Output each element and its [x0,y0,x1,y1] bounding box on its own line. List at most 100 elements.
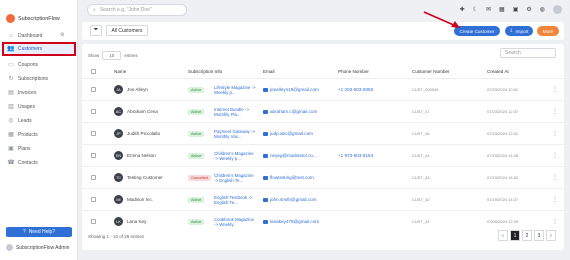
row-checkbox[interactable] [91,123,96,144]
table-row[interactable]: JP Judith Piccolalla Active Payment Gate… [82,122,564,144]
calendar-icon[interactable]: ▦ [499,6,505,13]
subscription-info[interactable]: Children's Magazine -> English Te... [214,167,256,188]
subscription-info[interactable]: Internet Bundle -> Monthly Pla... [214,101,256,122]
table-search-input[interactable]: Search [500,48,556,58]
sidebar-item-invoices[interactable]: ▤ Invoices [4,87,74,98]
col-subscription-info[interactable]: Subscription Info [188,66,222,76]
sidebar-item-label: Subscriptions [18,75,49,82]
table-row[interactable]: EN Emma Nelson Active Children's Magazin… [82,144,564,166]
email-link[interactable]: abraham.c@gmail.com [263,101,317,122]
entries-select[interactable]: 10 [102,51,122,60]
status-badge: Cancelled [188,167,211,188]
subscription-info[interactable]: English Textbook -> English Te... [214,189,256,210]
customer-name[interactable]: Judith Piccolalla [127,123,160,144]
mail-icon [263,87,268,92]
next-page-button[interactable]: › [546,230,556,241]
status-badge: Active [188,145,205,166]
lock-icon[interactable]: ▣ [513,6,519,13]
subscription-info[interactable]: Lifestyle Magazine -> Weekly p... [214,79,256,100]
row-checkbox[interactable] [91,101,96,122]
row-menu-icon[interactable]: ⋮ [552,211,558,232]
row-checkbox[interactable] [91,145,96,166]
global-search-input[interactable]: ⌕ Search e.g. "John Doe" [87,4,187,16]
customer-name[interactable]: Joe Alleyn [127,79,148,100]
table-row[interactable]: JA Joe Alleyn Active Lifestyle Magazine … [82,78,564,100]
sidebar-item-contacts[interactable]: ☎ Contacts [4,157,74,168]
subscription-info[interactable]: Children's Magazine -> Weekly p... [214,145,256,166]
row-menu-icon[interactable]: ⋮ [552,123,558,144]
table-row[interactable]: MI Madison Inc. Active English Textbook … [82,188,564,210]
phone-link[interactable]: +1 973-503-9164 [338,145,373,166]
customer-name[interactable]: Testing Customer [127,167,163,188]
customer-avatar: MI [114,189,123,210]
page-2-button[interactable]: 2 [522,230,532,241]
sidebar-item-coupons[interactable]: ▭ Coupons [4,59,74,70]
page-3-button[interactable]: 3 [534,230,544,241]
table-row[interactable]: AC Abraham Cena Active Internet Bundle -… [82,100,564,122]
col-customer-number[interactable]: Customer Number [412,66,450,76]
email-link[interactable]: flowtesting@test.com [263,167,314,188]
customer-name[interactable]: Emma Nelson [127,145,156,166]
email-link[interactable]: joealleyn15@gmail.com [263,79,319,100]
row-checkbox[interactable] [91,167,96,188]
globe-icon[interactable]: ◍ [540,6,545,13]
row-checkbox[interactable] [91,189,96,210]
customer-number: CUST_46 [412,131,430,136]
row-menu-icon[interactable]: ⋮ [552,167,558,188]
logo-icon [6,14,15,23]
prev-page-button[interactable]: ‹ [498,230,508,241]
filter-button[interactable]: ⏷ [90,25,102,36]
sidebar-item-customers[interactable]: 👥 Customers [2,42,76,56]
customers-toolbar: ⏷ All Customers Create Customer ⇩ Import… [82,22,564,40]
col-email[interactable]: Email [263,66,275,76]
row-menu-icon[interactable]: ⋮ [552,79,558,100]
mail-icon [263,219,268,224]
import-button[interactable]: ⇩ Import [505,26,533,36]
email-link[interactable]: judp.abc@gmail.com [263,123,313,144]
user-avatar[interactable] [553,5,562,14]
table-row[interactable]: TC Testing Customer Cancelled Children's… [82,166,564,188]
need-help-button[interactable]: ? Need Help? [6,227,72,237]
row-menu-icon[interactable]: ⋮ [552,145,558,166]
sidebar-item-leads[interactable]: ◎ Leads [4,115,74,126]
col-phone[interactable]: Phone Number [338,66,369,76]
select-all-checkbox[interactable] [91,66,96,76]
row-checkbox[interactable] [91,211,96,232]
mail-icon[interactable]: ✉ [486,6,491,13]
gear-icon[interactable]: ⚙ [526,6,531,13]
subscription-info[interactable]: Cookbook Magazine -> Weekly [214,211,256,232]
app-name: SubscriptionFlow [18,15,60,22]
more-button[interactable]: More [537,26,559,36]
col-name[interactable]: Name [114,66,126,76]
sidebar-item-label: Usages [18,103,35,110]
app-logo[interactable]: SubscriptionFlow [6,14,60,23]
sidebar-item-subscriptions[interactable]: ↻ Subscriptions [4,73,74,84]
admin-profile[interactable]: SubscriptionFlow Admin [6,244,69,251]
sidebar-item-label: Contacts [18,159,38,166]
row-menu-icon[interactable]: ⋮ [552,101,558,122]
sidebar-item-dashboard[interactable]: ⌂ Dashboard [4,30,74,41]
customer-number: CUST_43 [412,175,430,180]
page-1-button[interactable]: 1 [510,230,520,241]
email-link[interactable]: lanakey478@gmail.com [263,211,319,232]
sidebar-item-plans[interactable]: ▣ Plans [4,143,74,154]
sidebar-item-label: Invoices [18,89,37,96]
customer-avatar: JP [114,123,123,144]
customer-name[interactable]: Lana Key [127,211,146,232]
customer-name[interactable]: Abraham Cena [127,101,158,122]
subscription-info[interactable]: Payment Gateway -> Monthly Vas... [214,123,256,144]
sidebar-item-usages[interactable]: ▥ Usages [4,101,74,112]
email-link[interactable]: john.smith@gmail.com [263,189,317,210]
status-badge: Active [188,79,205,100]
created-at: 07/19/2024 14:28 [487,153,519,158]
email-link[interactable]: neyeg@mailinator.co... [263,145,317,166]
table-row[interactable]: LK Lana Key Active Cookbook Magazine -> … [82,210,564,232]
sidebar-item-products[interactable]: ▦ Products [4,129,74,140]
subscriptions-icon: ↻ [8,75,14,82]
customer-name[interactable]: Madison Inc. [127,189,153,210]
col-created-at[interactable]: Created At [487,66,509,76]
row-checkbox[interactable] [91,79,96,100]
phone-link[interactable]: +1 203-503-5050 [338,79,373,100]
all-customers-button[interactable]: All Customers [106,25,148,36]
row-menu-icon[interactable]: ⋮ [552,189,558,210]
